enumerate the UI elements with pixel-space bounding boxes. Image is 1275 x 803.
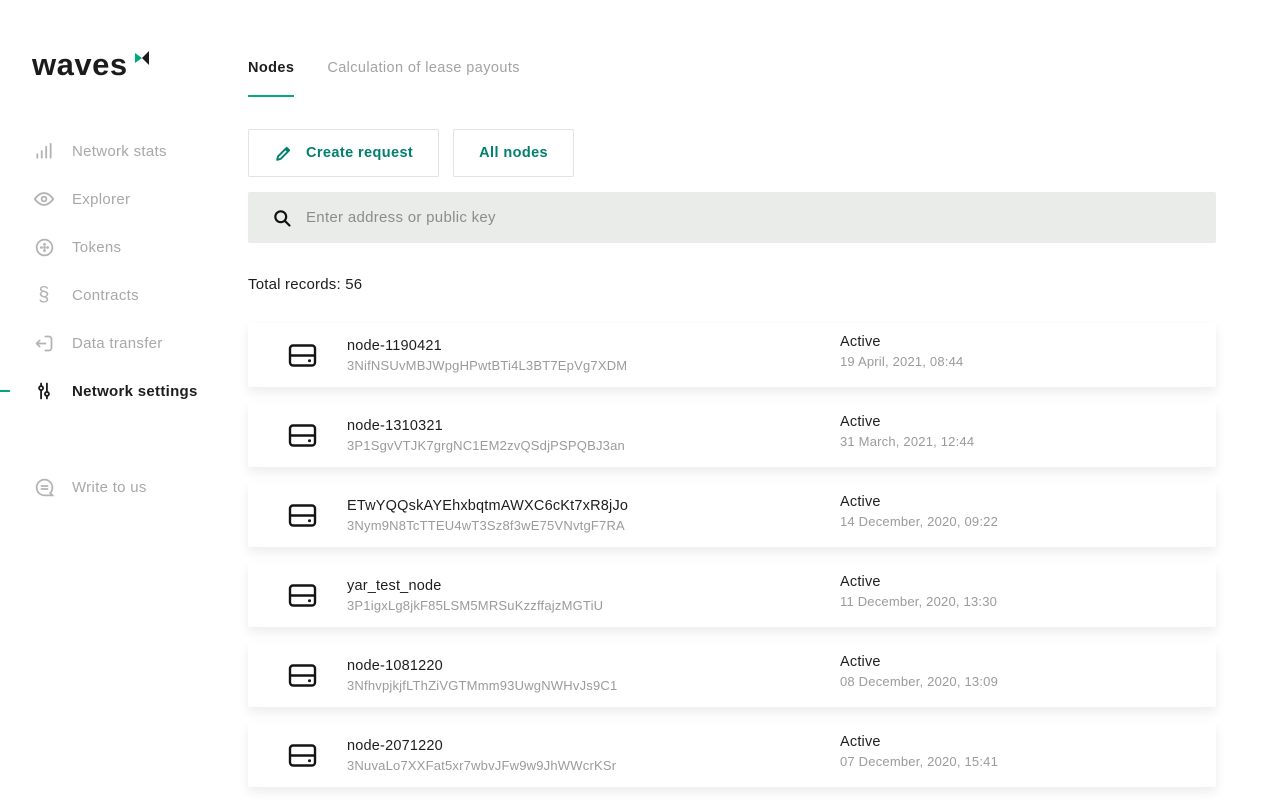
sidebar-item-data-transfer[interactable]: Data transfer bbox=[0, 319, 248, 367]
node-status-badge: Active bbox=[840, 414, 974, 430]
node-name: node-2071220 bbox=[347, 738, 616, 754]
token-circle-icon bbox=[33, 236, 55, 258]
node-info: node-1190421 3NifNSUvMBJWpgHPwtBTi4L3BT7… bbox=[347, 338, 627, 373]
node-date: 14 December, 2020, 09:22 bbox=[840, 514, 998, 529]
total-records-label: Total records: bbox=[248, 276, 341, 293]
main-content: Nodes Calculation of lease payouts Creat… bbox=[248, 0, 1216, 803]
node-info: node-1310321 3P1SgvVTJK7grgNC1EM2zvQSdjP… bbox=[347, 418, 625, 453]
node-info: node-1081220 3NfhvpjkjfLThZiVGTMmm93UwgN… bbox=[347, 658, 617, 693]
server-icon bbox=[288, 423, 317, 448]
sidebar-nav: Network stats Explorer Tokens § Contract… bbox=[0, 127, 248, 511]
bar-chart-icon bbox=[33, 140, 55, 162]
node-date: 19 April, 2021, 08:44 bbox=[840, 354, 963, 369]
sidebar-item-network-stats[interactable]: Network stats bbox=[0, 127, 248, 175]
node-address: 3NifNSUvMBJWpgHPwtBTi4L3BT7EpVg7XDM bbox=[347, 358, 627, 373]
node-status: Active 14 December, 2020, 09:22 bbox=[840, 494, 998, 529]
node-address: 3NfhvpjkjfLThZiVGTMmm93UwgNWHvJs9C1 bbox=[347, 678, 617, 693]
tab-bar: Nodes Calculation of lease payouts bbox=[248, 60, 1216, 97]
section-sign-icon: § bbox=[33, 284, 55, 306]
server-icon bbox=[288, 583, 317, 608]
tab-label: Calculation of lease payouts bbox=[327, 60, 520, 76]
bowtie-mark-icon bbox=[135, 51, 150, 70]
sidebar-item-label: Contracts bbox=[72, 287, 139, 304]
node-name: node-1310321 bbox=[347, 418, 625, 434]
node-status: Active 11 December, 2020, 13:30 bbox=[840, 574, 997, 609]
node-row[interactable]: node-2071220 3NuvaLo7XXFat5xr7wbvJFw9w9J… bbox=[248, 723, 1216, 787]
all-nodes-label: All nodes bbox=[479, 145, 548, 161]
node-status: Active 08 December, 2020, 13:09 bbox=[840, 654, 998, 689]
node-status: Active 07 December, 2020, 15:41 bbox=[840, 734, 998, 769]
sidebar-item-label: Explorer bbox=[72, 191, 130, 208]
sidebar-item-explorer[interactable]: Explorer bbox=[0, 175, 248, 223]
node-row[interactable]: node-1310321 3P1SgvVTJK7grgNC1EM2zvQSdjP… bbox=[248, 403, 1216, 467]
sidebar-item-label: Network settings bbox=[72, 383, 198, 400]
search-input[interactable] bbox=[306, 209, 1166, 226]
create-request-label: Create request bbox=[306, 145, 413, 161]
node-name: ETwYQQskAYEhxbqtmAWXC6cKt7xR8jJo bbox=[347, 498, 628, 514]
eye-icon bbox=[33, 188, 55, 210]
node-status-badge: Active bbox=[840, 494, 998, 510]
search-bar bbox=[248, 192, 1216, 243]
node-date: 07 December, 2020, 15:41 bbox=[840, 754, 998, 769]
search-icon bbox=[272, 208, 292, 228]
chat-bubble-icon bbox=[33, 476, 55, 498]
server-icon bbox=[288, 343, 317, 368]
node-info: yar_test_node 3P1igxLg8jkF85LSM5MRSuKzzf… bbox=[347, 578, 603, 613]
node-name: node-1081220 bbox=[347, 658, 617, 674]
sidebar-item-label: Write to us bbox=[72, 479, 147, 496]
node-name: node-1190421 bbox=[347, 338, 627, 354]
sidebar-item-contracts[interactable]: § Contracts bbox=[0, 271, 248, 319]
node-address: 3P1igxLg8jkF85LSM5MRSuKzzffajzMGTiU bbox=[347, 598, 603, 613]
node-status: Active 31 March, 2021, 12:44 bbox=[840, 414, 974, 449]
node-info: node-2071220 3NuvaLo7XXFat5xr7wbvJFw9w9J… bbox=[347, 738, 616, 773]
server-icon bbox=[288, 503, 317, 528]
pencil-icon bbox=[274, 144, 293, 163]
node-date: 11 December, 2020, 13:30 bbox=[840, 594, 997, 609]
node-row[interactable]: node-1081220 3NfhvpjkjfLThZiVGTMmm93UwgN… bbox=[248, 643, 1216, 707]
sidebar-item-network-settings[interactable]: Network settings bbox=[0, 367, 248, 415]
node-list: node-1190421 3NifNSUvMBJWpgHPwtBTi4L3BT7… bbox=[248, 323, 1216, 787]
sidebar-item-write-to-us[interactable]: Write to us bbox=[0, 463, 248, 511]
node-address: 3NuvaLo7XXFat5xr7wbvJFw9w9JhWWcrKSr bbox=[347, 758, 616, 773]
server-icon bbox=[288, 663, 317, 688]
sidebar-item-label: Network stats bbox=[72, 143, 167, 160]
node-date: 08 December, 2020, 13:09 bbox=[840, 674, 998, 689]
tab-nodes[interactable]: Nodes bbox=[248, 60, 294, 97]
node-address: 3P1SgvVTJK7grgNC1EM2zvQSdjPSPQBJ3an bbox=[347, 438, 625, 453]
create-request-button[interactable]: Create request bbox=[248, 129, 439, 177]
node-name: yar_test_node bbox=[347, 578, 603, 594]
sidebar-item-tokens[interactable]: Tokens bbox=[0, 223, 248, 271]
tab-lease-payouts[interactable]: Calculation of lease payouts bbox=[327, 60, 520, 97]
node-status-badge: Active bbox=[840, 654, 998, 670]
waves-logo[interactable]: waves bbox=[32, 50, 248, 80]
node-status-badge: Active bbox=[840, 334, 963, 350]
sliders-icon bbox=[33, 380, 55, 402]
sidebar-item-label: Data transfer bbox=[72, 335, 163, 352]
node-address: 3Nym9N8TcTTEU4wT3Sz8f3wE75VNvtgF7RA bbox=[347, 518, 628, 533]
server-icon bbox=[288, 743, 317, 768]
sidebar-item-label: Tokens bbox=[72, 239, 121, 256]
all-nodes-button[interactable]: All nodes bbox=[453, 129, 574, 177]
toolbar: Create request All nodes bbox=[248, 129, 1216, 177]
node-row[interactable]: ETwYQQskAYEhxbqtmAWXC6cKt7xR8jJo 3Nym9N8… bbox=[248, 483, 1216, 547]
node-status-badge: Active bbox=[840, 734, 998, 750]
total-records: Total records: 56 bbox=[248, 276, 1216, 293]
node-status: Active 19 April, 2021, 08:44 bbox=[840, 334, 963, 369]
node-status-badge: Active bbox=[840, 574, 997, 590]
door-exit-icon bbox=[33, 332, 55, 354]
node-date: 31 March, 2021, 12:44 bbox=[840, 434, 974, 449]
sidebar: waves Network stats Explorer Tokens § Co… bbox=[0, 0, 248, 769]
node-info: ETwYQQskAYEhxbqtmAWXC6cKt7xR8jJo 3Nym9N8… bbox=[347, 498, 628, 533]
waves-logo-text: waves bbox=[32, 50, 128, 80]
total-records-count: 56 bbox=[345, 276, 362, 293]
tab-label: Nodes bbox=[248, 60, 294, 76]
node-row[interactable]: yar_test_node 3P1igxLg8jkF85LSM5MRSuKzzf… bbox=[248, 563, 1216, 627]
node-row[interactable]: node-1190421 3NifNSUvMBJWpgHPwtBTi4L3BT7… bbox=[248, 323, 1216, 387]
